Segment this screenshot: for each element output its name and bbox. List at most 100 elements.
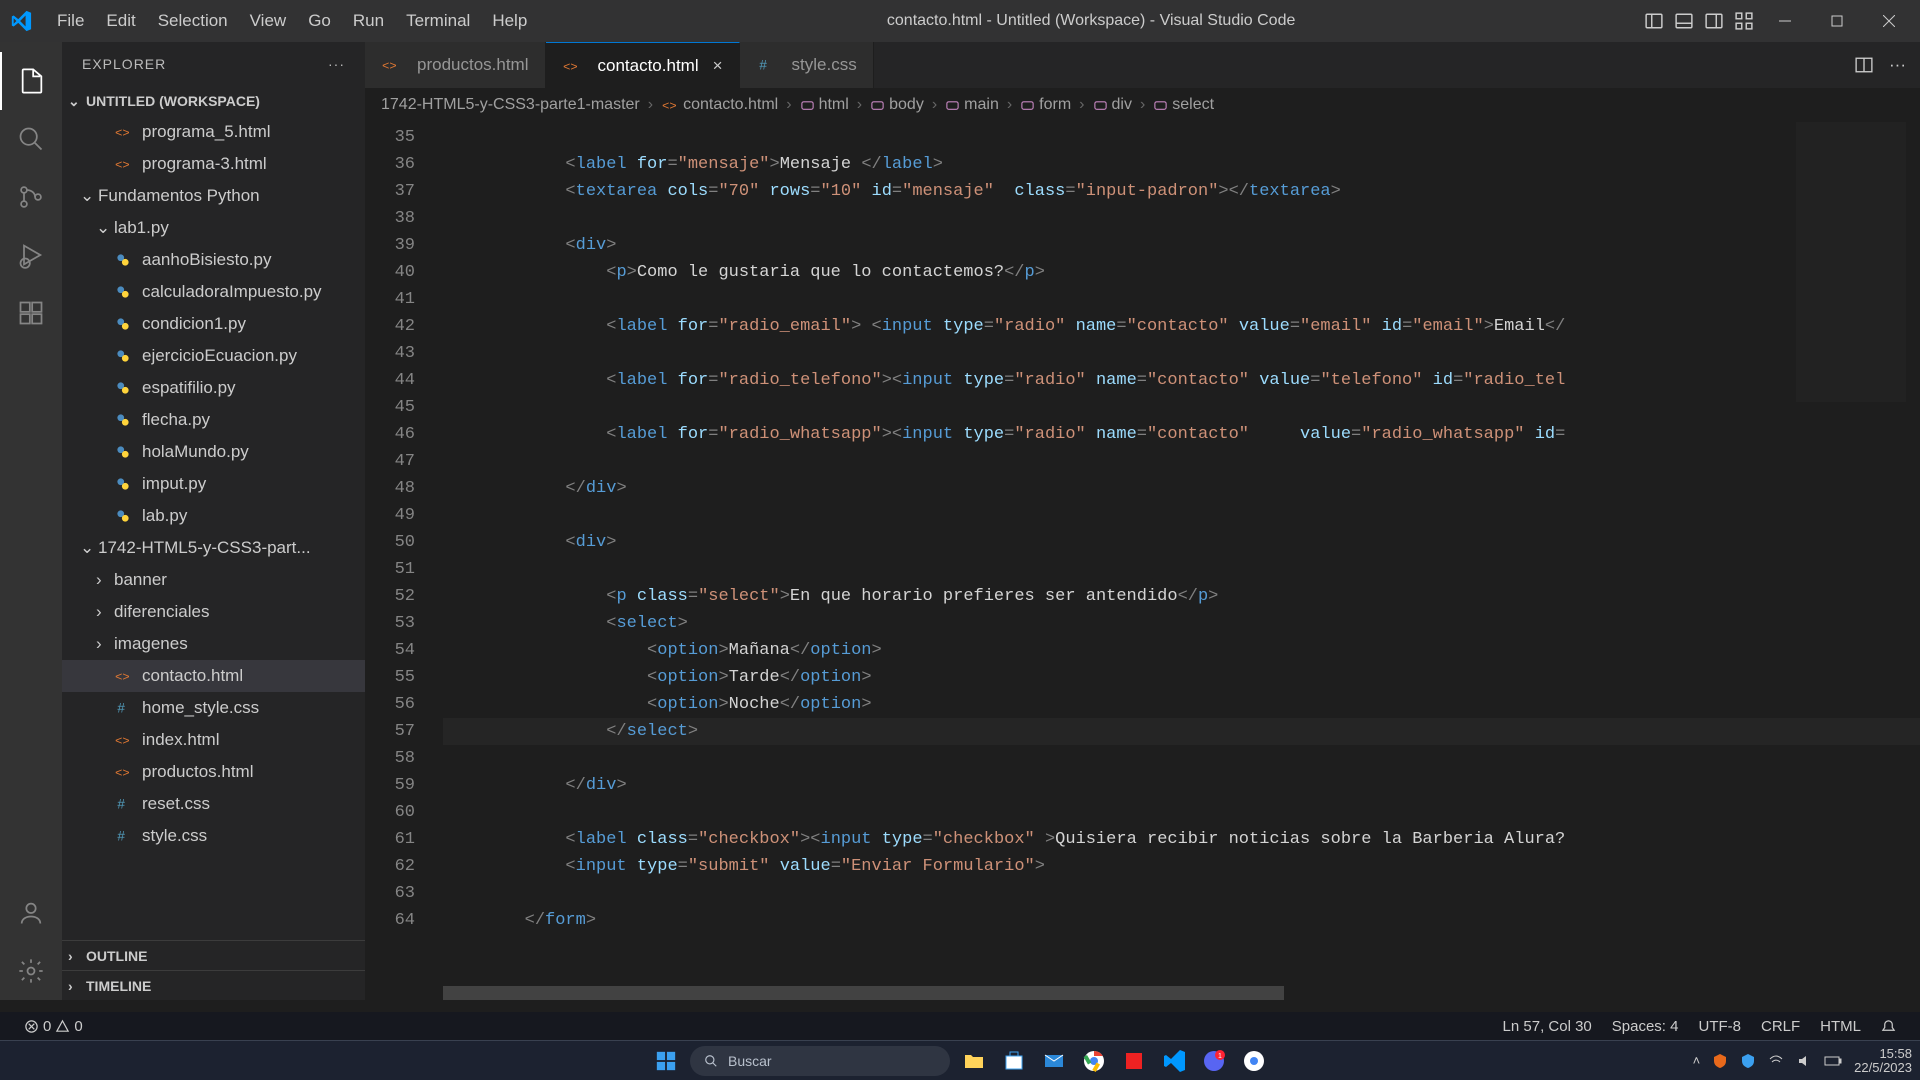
chrome-icon[interactable] (1078, 1045, 1110, 1077)
file-calculadoraimpuesto-py[interactable]: calculadoraImpuesto.py (62, 276, 365, 308)
file-holamundo-py[interactable]: holaMundo.py (62, 436, 365, 468)
folder-imagenes[interactable]: ›imagenes (62, 628, 365, 660)
search-placeholder: Buscar (728, 1053, 772, 1069)
defender-icon[interactable] (1740, 1053, 1756, 1069)
explorer-icon[interactable] (0, 52, 62, 110)
customize-layout-icon[interactable] (1734, 11, 1754, 31)
workspace-header[interactable]: ⌄ UNTITLED (WORKSPACE) (62, 86, 365, 116)
scrollbar-thumb[interactable] (443, 986, 1284, 1000)
notifications-icon[interactable] (1871, 1019, 1906, 1034)
close-icon[interactable]: × (713, 56, 723, 76)
more-actions-icon[interactable]: ··· (1889, 55, 1906, 75)
file-programa-5-html[interactable]: <>programa_5.html (62, 116, 365, 148)
folder-banner[interactable]: ›banner (62, 564, 365, 596)
code-editor[interactable]: 3536373839404142434445464748495051525354… (365, 122, 1920, 1000)
store-icon[interactable] (998, 1045, 1030, 1077)
breadcrumb-1742-html5-y-css3-parte1-master[interactable]: 1742-HTML5-y-CSS3-parte1-master (381, 96, 640, 114)
chrome-icon-2[interactable] (1238, 1045, 1270, 1077)
breadcrumb-main[interactable]: main (945, 96, 999, 114)
more-actions-icon[interactable]: ··· (328, 56, 345, 72)
minimap[interactable] (1796, 122, 1906, 402)
timeline-section[interactable]: ›TIMELINE (62, 970, 365, 1000)
wifi-icon[interactable] (1768, 1053, 1784, 1069)
battery-icon[interactable] (1824, 1055, 1842, 1067)
accounts-icon[interactable] (0, 884, 62, 942)
menu-selection[interactable]: Selection (147, 11, 239, 31)
mail-icon[interactable] (1038, 1045, 1070, 1077)
vscode-taskbar-icon[interactable] (1158, 1045, 1190, 1077)
file-contacto-html[interactable]: <>contacto.html (62, 660, 365, 692)
split-editor-icon[interactable] (1855, 56, 1873, 74)
svg-text:#: # (117, 701, 125, 716)
workspace-name: UNTITLED (WORKSPACE) (86, 93, 260, 109)
eol[interactable]: CRLF (1751, 1018, 1810, 1035)
indentation[interactable]: Spaces: 4 (1602, 1018, 1689, 1035)
outline-section[interactable]: ›OUTLINE (62, 940, 365, 970)
breadcrumb-contacto-html[interactable]: <>contacto.html (661, 96, 778, 114)
discord-icon[interactable]: 1 (1198, 1045, 1230, 1077)
breadcrumb-html[interactable]: html (800, 96, 849, 114)
menu-edit[interactable]: Edit (95, 11, 146, 31)
breadcrumb-select[interactable]: select (1153, 96, 1214, 114)
html-file-icon: <> (381, 56, 403, 74)
extensions-icon[interactable] (0, 284, 62, 342)
tab-contacto-html[interactable]: <>contacto.html× (546, 42, 740, 88)
folder-diferenciales[interactable]: ›diferenciales (62, 596, 365, 628)
file-imput-py[interactable]: imput.py (62, 468, 365, 500)
cursor-position[interactable]: Ln 57, Col 30 (1493, 1018, 1602, 1035)
file-ejercicioecuacion-py[interactable]: ejercicioEcuacion.py (62, 340, 365, 372)
file-aanhobisiesto-py[interactable]: aanhoBisiesto.py (62, 244, 365, 276)
breadcrumb-form[interactable]: form (1020, 96, 1071, 114)
close-button[interactable] (1868, 0, 1910, 42)
tab-style-css[interactable]: #style.css (740, 42, 874, 88)
run-debug-icon[interactable] (0, 226, 62, 284)
file-home-style-css[interactable]: # home_style.css (62, 692, 365, 724)
menu-go[interactable]: Go (297, 11, 342, 31)
minimize-button[interactable] (1764, 0, 1806, 42)
layout-panel-icon[interactable] (1674, 11, 1694, 31)
menu-view[interactable]: View (239, 11, 298, 31)
volume-icon[interactable] (1796, 1053, 1812, 1069)
file-condicion1-py[interactable]: condicion1.py (62, 308, 365, 340)
folder-fundamentos-python[interactable]: ⌄Fundamentos Python (62, 180, 365, 212)
source-control-icon[interactable] (0, 168, 62, 226)
breadcrumb-div[interactable]: div (1093, 96, 1132, 114)
menu-terminal[interactable]: Terminal (395, 11, 481, 31)
svg-text:#: # (117, 829, 125, 844)
layout-primary-side-icon[interactable] (1644, 11, 1664, 31)
file-reset-css[interactable]: #reset.css (62, 788, 365, 820)
taskbar-search[interactable]: Buscar (690, 1046, 950, 1076)
file-index-html[interactable]: <>index.html (62, 724, 365, 756)
file-style-css[interactable]: #style.css (62, 820, 365, 852)
file-productos-html[interactable]: <>productos.html (62, 756, 365, 788)
menu-run[interactable]: Run (342, 11, 395, 31)
chevron-up-icon[interactable]: ˄ (1693, 1053, 1701, 1068)
folder-lab1-py[interactable]: ⌄lab1.py (62, 212, 365, 244)
tab-productos-html[interactable]: <>productos.html (365, 42, 546, 88)
settings-gear-icon[interactable] (0, 942, 62, 1000)
maximize-button[interactable] (1816, 0, 1858, 42)
folder-1742-html5-y-css3-part---[interactable]: ⌄1742-HTML5-y-CSS3-part... (62, 532, 365, 564)
file-espatifilio-py[interactable]: espatifilio.py (62, 372, 365, 404)
code-content[interactable]: <label for="mensaje">Mensaje </label> <t… (443, 122, 1920, 1000)
menu-file[interactable]: File (46, 11, 95, 31)
breadcrumbs[interactable]: 1742-HTML5-y-CSS3-parte1-master›<>contac… (365, 88, 1920, 122)
file-programa-3-html[interactable]: <>programa-3.html (62, 148, 365, 180)
encoding[interactable]: UTF-8 (1688, 1018, 1751, 1035)
css-file-icon: # (756, 56, 778, 74)
item-label: home_style.css (142, 698, 259, 718)
status-problems[interactable]: 0 0 (14, 1018, 93, 1035)
start-button[interactable] (650, 1045, 682, 1077)
horizontal-scrollbar[interactable] (443, 986, 1800, 1000)
menu-help[interactable]: Help (481, 11, 538, 31)
file-lab-py[interactable]: lab.py (62, 500, 365, 532)
app-icon[interactable] (1118, 1045, 1150, 1077)
file-explorer-icon[interactable] (958, 1045, 990, 1077)
breadcrumb-body[interactable]: body (870, 96, 924, 114)
file-flecha-py[interactable]: flecha.py (62, 404, 365, 436)
search-icon[interactable] (0, 110, 62, 168)
security-icon[interactable] (1712, 1053, 1728, 1069)
layout-secondary-side-icon[interactable] (1704, 11, 1724, 31)
language-mode[interactable]: HTML (1810, 1018, 1871, 1035)
clock[interactable]: 15:58 22/5/2023 (1854, 1047, 1912, 1075)
